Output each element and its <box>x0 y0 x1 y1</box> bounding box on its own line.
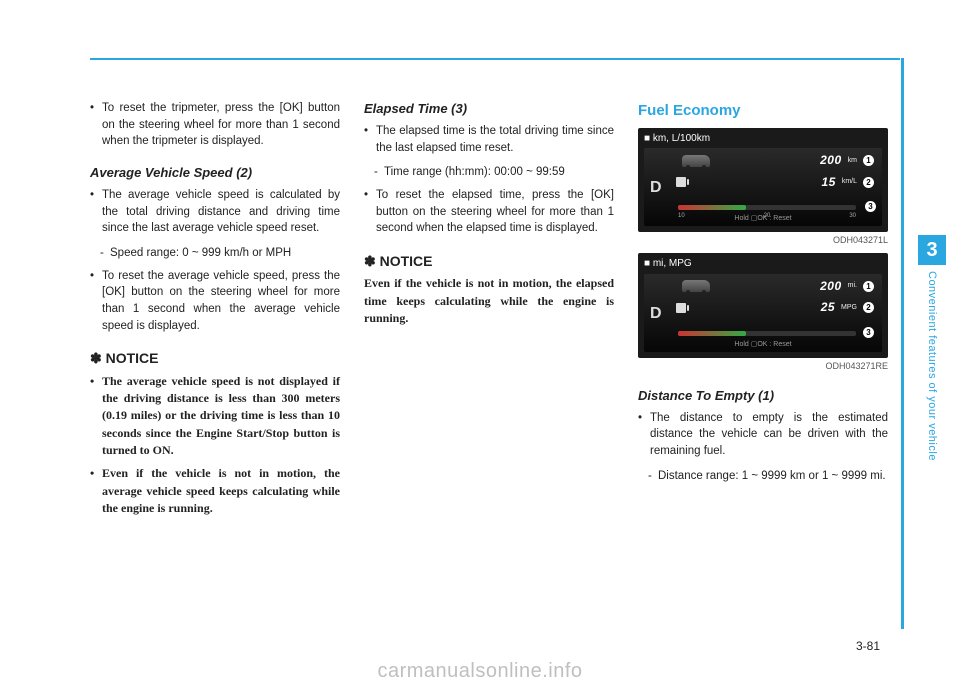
elapsed-list: The elapsed time is the total driving ti… <box>364 123 614 156</box>
elapsed-range: Time range (hh:mm): 00:00 ~ 99:59 <box>364 164 614 181</box>
fuel-gauge-mi <box>678 331 856 336</box>
notice-1-item-2: Even if the vehicle is not in motion, th… <box>90 465 340 517</box>
avg-speed-reset: To reset the average vehicle speed, pres… <box>90 268 340 335</box>
watermark: carmanualsonline.info <box>0 660 960 683</box>
avg-speed-range: Speed range: 0 ~ 999 km/h or MPH <box>90 245 340 262</box>
image-code-km: ODH043271L <box>638 234 888 247</box>
top-rule <box>90 58 900 60</box>
econ-unit-km: km/L <box>842 177 857 187</box>
fuel-gauge-km <box>678 205 856 210</box>
range-unit-km: km <box>848 156 857 166</box>
fuel-economy-heading: Fuel Economy <box>638 100 888 122</box>
column-3: Fuel Economy ■ km, L/100km 200 km 1 D 15 <box>638 100 888 524</box>
dte-range: Distance range: 1 ~ 9999 km or 1 ~ 9999 … <box>638 468 888 485</box>
marker-3-mi: 3 <box>863 327 874 338</box>
reset-tripmeter-text: To reset the tripmeter, press the [OK] b… <box>90 100 340 150</box>
econ-value-km: 15 <box>821 174 835 191</box>
notice-body-1: The average vehicle speed is not display… <box>90 373 340 518</box>
image-code-mi: ODH043271RE <box>638 360 888 373</box>
marker-1-km: 1 <box>863 155 874 166</box>
side-rule <box>901 58 904 629</box>
avg-speed-list: The average vehicle speed is calculated … <box>90 187 340 237</box>
chapter-tab: 3 Convenient features of your vehicle <box>918 235 946 466</box>
dash-label-km: ■ km, L/100km <box>644 132 882 147</box>
dte-heading: Distance To Empty (1) <box>638 387 888 406</box>
car-icon <box>682 280 710 292</box>
avg-speed-desc: The average vehicle speed is calculated … <box>90 187 340 237</box>
dash-label-mi: ■ mi, MPG <box>644 257 882 272</box>
notice-1-item-1: The average vehicle speed is not display… <box>90 373 340 460</box>
reset-hint-km: Hold ▢OK : Reset <box>644 214 882 224</box>
fuel-icon <box>676 177 686 187</box>
dashboard-image-km: ■ km, L/100km 200 km 1 D 15 km/L 2 <box>638 128 888 233</box>
reset-tripmeter-list: To reset the tripmeter, press the [OK] b… <box>90 100 340 150</box>
econ-unit-mi: MPG <box>841 303 857 313</box>
manual-page: 3 Convenient features of your vehicle To… <box>0 0 960 689</box>
dte-desc: The distance to empty is the estimated d… <box>638 410 888 460</box>
car-icon <box>682 155 710 167</box>
notice-heading-2: ✽ NOTICE <box>364 251 614 271</box>
marker-2-km: 2 <box>863 177 874 188</box>
econ-value-mi: 25 <box>821 299 835 316</box>
dash-screen-mi: 200 mi. 1 D 25 MPG 2 3 Hold ▢OK : Reset <box>644 274 882 352</box>
column-1: To reset the tripmeter, press the [OK] b… <box>90 100 340 524</box>
reset-hint-mi: Hold ▢OK : Reset <box>644 340 882 350</box>
content-columns: To reset the tripmeter, press the [OK] b… <box>90 100 900 524</box>
dte-list: The distance to empty is the estimated d… <box>638 410 888 460</box>
marker-1-mi: 1 <box>863 281 874 292</box>
elapsed-heading: Elapsed Time (3) <box>364 100 614 119</box>
fuel-icon <box>676 303 686 313</box>
range-unit-mi: mi. <box>848 281 857 291</box>
notice-heading-1: ✽ NOTICE <box>90 348 340 368</box>
marker-3-km: 3 <box>865 201 876 212</box>
gear-indicator-km: D <box>650 176 662 199</box>
chapter-tab-text: Convenient features of your vehicle <box>926 271 938 461</box>
elapsed-reset-list: To reset the elapsed time, press the [OK… <box>364 187 614 237</box>
chapter-number-badge: 3 <box>918 235 946 265</box>
avg-speed-reset-list: To reset the average vehicle speed, pres… <box>90 268 340 335</box>
avg-speed-heading: Average Vehicle Speed (2) <box>90 164 340 183</box>
range-value-km: 200 <box>820 152 842 169</box>
dash-screen-km: 200 km 1 D 15 km/L 2 10 20 <box>644 148 882 226</box>
elapsed-desc: The elapsed time is the total driving ti… <box>364 123 614 156</box>
elapsed-reset: To reset the elapsed time, press the [OK… <box>364 187 614 237</box>
column-2: Elapsed Time (3) The elapsed time is the… <box>364 100 614 524</box>
page-number: 3-81 <box>856 639 880 653</box>
dashboard-image-mi: ■ mi, MPG 200 mi. 1 D 25 MPG 2 <box>638 253 888 358</box>
range-value-mi: 200 <box>820 278 842 295</box>
marker-2-mi: 2 <box>863 302 874 313</box>
gear-indicator-mi: D <box>650 302 662 325</box>
notice-body-2: Even if the vehicle is not in motion, th… <box>364 275 614 327</box>
